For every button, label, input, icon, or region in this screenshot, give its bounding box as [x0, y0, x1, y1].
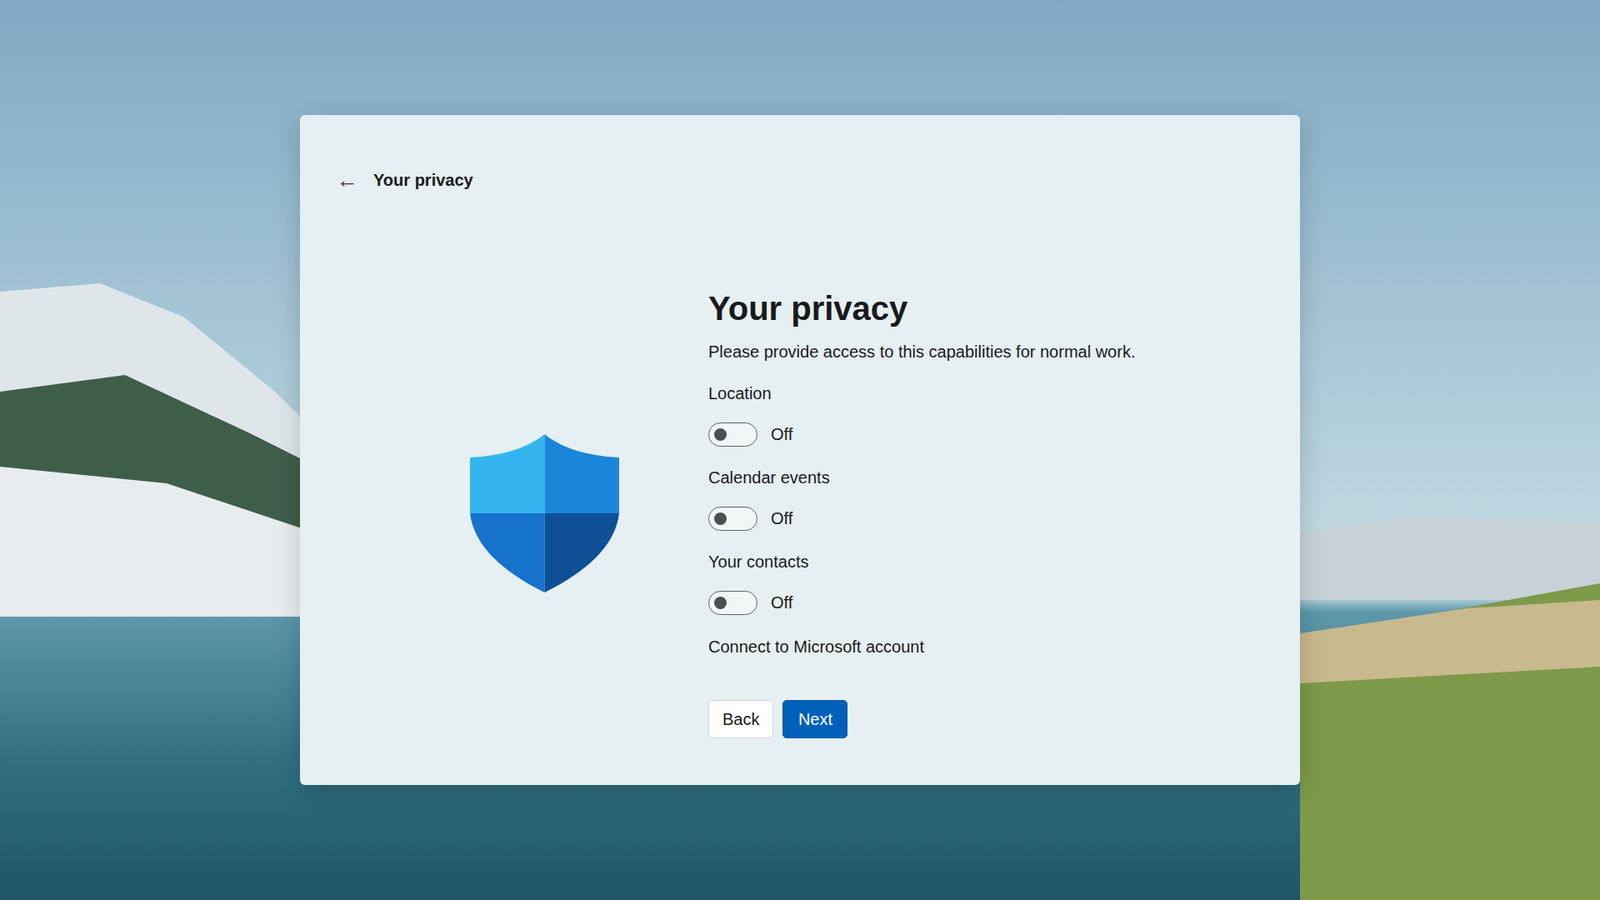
toggle-knob — [714, 512, 727, 525]
microsoft-account-link[interactable]: Connect to Microsoft account — [708, 635, 1135, 659]
toggle-state: Off — [770, 590, 793, 615]
description: Please provide access to this capabiliti… — [708, 340, 1135, 364]
header-title: Your privacy — [373, 167, 474, 193]
setting-label: Calendar events — [708, 465, 1135, 490]
toggle-switch[interactable] — [708, 422, 758, 447]
toggle-knob — [714, 596, 727, 610]
privacy-dialog: ← Your privacy Your privacy Please provi… — [300, 115, 1300, 785]
toggle-state: Off — [770, 422, 793, 446]
toggle-switch[interactable] — [708, 590, 758, 615]
page-heading: Your privacy — [708, 288, 1135, 329]
toggle-state: Off — [770, 506, 793, 530]
setting-row: Off — [708, 420, 1135, 448]
next-button[interactable]: Next — [782, 700, 848, 739]
desktop: ← Your privacy Your privacy Please provi… — [0, 0, 1600, 900]
back-button[interactable]: Back — [708, 700, 774, 739]
setting-row: Off — [708, 589, 1135, 616]
shield-icon — [470, 434, 620, 593]
setting-row: Off — [708, 505, 1135, 532]
setting-label: Location — [708, 381, 1135, 405]
toggle-knob — [714, 428, 727, 441]
back-arrow-icon[interactable]: ← — [336, 167, 357, 193]
setting-label: Your contacts — [708, 550, 1135, 574]
toggle-switch[interactable] — [708, 506, 758, 531]
